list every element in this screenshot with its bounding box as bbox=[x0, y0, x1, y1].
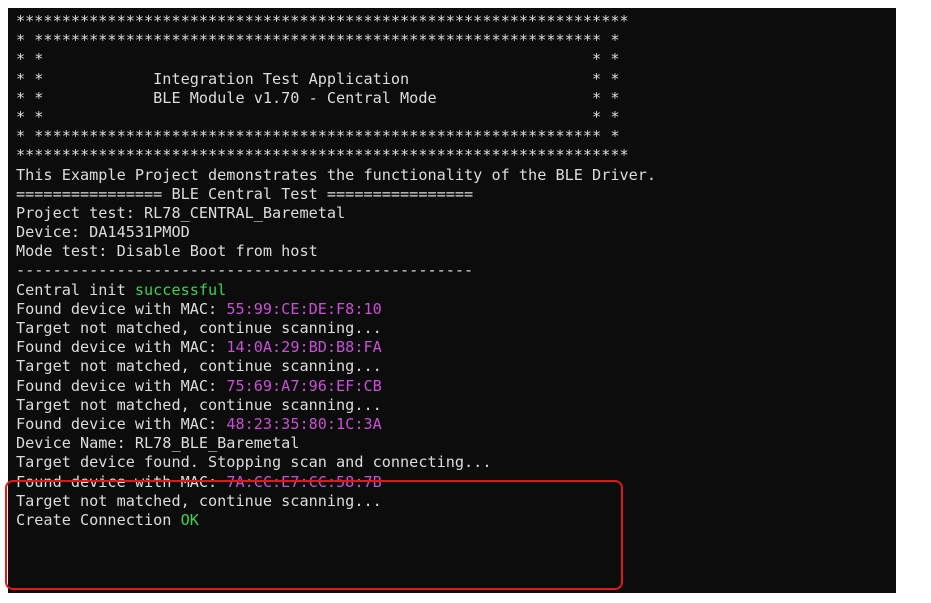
target-found-line: Target device found. Stopping scan and c… bbox=[16, 453, 492, 472]
central-init-label: Central init bbox=[16, 280, 135, 299]
banner-line: ****************************************… bbox=[16, 146, 629, 165]
device-name-line: Device Name: RL78_BLE_Baremetal bbox=[16, 434, 300, 453]
banner-subtitle: * * BLE Module v1.70 - Central Mode * * bbox=[16, 88, 620, 107]
not-matched-line: Target not matched, continue scanning... bbox=[16, 357, 382, 376]
mac-address: 55:99:CE:DE:F8:10 bbox=[226, 299, 382, 318]
mode-test-line: Mode test: Disable Boot from host bbox=[16, 242, 318, 261]
section-header: ================ BLE Central Test ======… bbox=[16, 184, 474, 203]
not-matched-line: Target not matched, continue scanning... bbox=[16, 395, 382, 414]
banner-title: * * Integration Test Application * * bbox=[16, 69, 620, 88]
found-device-label: Found device with MAC: bbox=[16, 299, 227, 318]
banner-line: * **************************************… bbox=[16, 31, 620, 50]
found-device-line: Found device with MAC: 48:23:35:80:1C:3A bbox=[16, 415, 896, 434]
not-matched-line: Target not matched, continue scanning... bbox=[16, 319, 382, 337]
found-device-line: Found device with MAC: 75:69:A7:96:EF:CB bbox=[16, 377, 896, 396]
banner-line: * **************************************… bbox=[16, 127, 620, 146]
found-device-label: Found device with MAC: bbox=[16, 338, 227, 357]
banner-line: * * * * bbox=[16, 107, 620, 126]
central-init-status: successful bbox=[134, 280, 227, 299]
found-device-line: Found device with MAC: 14:0A:29:BD:B8:FA bbox=[16, 338, 896, 357]
mac-address: 14:0A:29:BD:B8:FA bbox=[226, 338, 382, 357]
banner-line: * * * * bbox=[16, 50, 620, 69]
mac-address: 7A:CC:E7:CC:58:7B bbox=[226, 472, 382, 491]
create-connection-label: Create Connection bbox=[16, 510, 181, 529]
found-device-line: Found device with MAC: 7A:CC:E7:CC:58:7B bbox=[16, 473, 896, 492]
mac-address: 48:23:35:80:1C:3A bbox=[226, 414, 382, 433]
central-init-line: Central init successful bbox=[16, 281, 896, 300]
found-device-label: Found device with MAC: bbox=[16, 376, 227, 395]
not-matched-line: Target not matched, continue scanning... bbox=[16, 491, 382, 510]
banner-line: ****************************************… bbox=[16, 12, 629, 30]
found-device-label: Found device with MAC: bbox=[16, 414, 227, 433]
create-connection-status: OK bbox=[180, 510, 199, 529]
found-device-line: Found device with MAC: 55:99:CE:DE:F8:10 bbox=[16, 300, 896, 319]
terminal-window: ****************************************… bbox=[8, 8, 896, 593]
create-connection-line: Create Connection OK bbox=[16, 511, 896, 530]
intro-text: This Example Project demonstrates the fu… bbox=[16, 165, 657, 184]
mac-address: 75:69:A7:96:EF:CB bbox=[226, 376, 382, 395]
device-line: Device: DA14531PMOD bbox=[16, 223, 190, 242]
found-device-label: Found device with MAC: bbox=[16, 472, 227, 491]
project-test-line: Project test: RL78_CENTRAL_Baremetal bbox=[16, 203, 346, 222]
separator-line: ----------------------------------------… bbox=[16, 261, 474, 280]
